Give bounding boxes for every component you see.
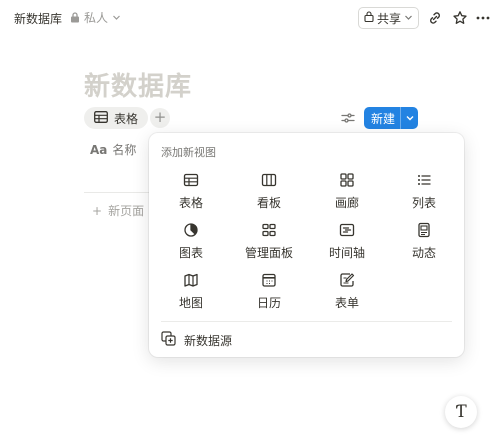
help-button[interactable]: Ƭ	[445, 396, 477, 428]
view-option-dashboard[interactable]: 管理面板	[230, 219, 308, 263]
column-header-name[interactable]: Aa 名称	[90, 141, 136, 158]
view-option-map[interactable]: 地图	[152, 269, 230, 313]
view-option-label: 列表	[411, 196, 436, 210]
share-label: 共享	[376, 11, 401, 26]
page-title[interactable]: 新数据库	[84, 66, 192, 103]
dashboard-icon	[261, 222, 277, 238]
privacy-label: 私人	[84, 11, 109, 25]
view-option-table[interactable]: 表格	[152, 169, 230, 213]
new-button-label: 新建	[371, 111, 396, 126]
menu-heading: 添加新视图	[161, 146, 216, 159]
board-icon	[261, 172, 277, 188]
chevron-down-icon	[404, 11, 413, 25]
view-option-feed[interactable]: 动态	[385, 219, 463, 263]
view-option-label: 地图	[178, 296, 203, 310]
topbar: 新数据库 私人 共享	[0, 0, 500, 36]
view-option-label: 看板	[256, 196, 281, 210]
text-type-icon: Aa	[90, 142, 108, 157]
tab-label: 表格	[113, 111, 138, 126]
view-option-label: 画廊	[334, 196, 359, 210]
view-option-calendar[interactable]: 日历	[230, 269, 308, 313]
privacy-selector[interactable]: 私人	[70, 9, 121, 26]
form-icon	[339, 272, 355, 288]
lock-icon	[70, 12, 80, 23]
view-option-chart[interactable]: 图表	[152, 219, 230, 263]
gallery-icon	[339, 172, 355, 188]
menu-divider	[161, 321, 452, 322]
add-view-menu: 添加新视图 表格 看板 画廊 列表 图表 管理面板 时间轴 动态 地图 日历 表…	[149, 133, 464, 357]
view-option-label: 表格	[178, 196, 203, 210]
view-option-gallery[interactable]: 画廊	[308, 169, 386, 213]
calendar-icon	[261, 272, 277, 288]
table-icon	[183, 172, 199, 188]
chevron-down-icon[interactable]	[401, 113, 418, 123]
link-icon[interactable]	[426, 9, 444, 27]
view-option-timeline[interactable]: 时间轴	[308, 219, 386, 263]
new-data-source-label: 新数据源	[184, 333, 233, 348]
lock-icon	[364, 11, 374, 25]
column-header-label: 名称	[112, 143, 137, 157]
view-option-label: 图表	[178, 246, 203, 260]
view-option-label: 管理面板	[244, 246, 293, 260]
list-icon	[416, 172, 432, 188]
breadcrumb-title[interactable]: 新数据库	[14, 10, 62, 27]
more-icon[interactable]	[474, 9, 492, 27]
chart-icon	[183, 222, 199, 238]
add-view-button[interactable]: +	[150, 108, 170, 128]
view-option-label: 日历	[256, 296, 281, 310]
table-icon	[94, 110, 108, 126]
new-button[interactable]: 新建	[364, 107, 418, 129]
view-option-list[interactable]: 列表	[385, 169, 463, 213]
star-icon[interactable]	[451, 9, 469, 27]
chevron-down-icon	[112, 13, 121, 22]
view-option-label: 表单	[334, 296, 359, 310]
tab-table-view[interactable]: 表格	[84, 107, 148, 129]
feed-icon	[416, 222, 432, 238]
new-page-label: 新页面	[108, 204, 145, 218]
view-option-label: 动态	[411, 246, 436, 260]
view-option-label: 时间轴	[328, 246, 365, 260]
view-option-form[interactable]: 表单	[308, 269, 386, 313]
new-page-row[interactable]: + 新页面	[92, 202, 144, 219]
new-data-source-option[interactable]: 新数据源	[161, 331, 232, 349]
map-icon	[183, 272, 199, 288]
timeline-icon	[339, 222, 355, 238]
view-option-board[interactable]: 看板	[230, 169, 308, 213]
share-button[interactable]: 共享	[358, 7, 419, 29]
settings-sliders-icon[interactable]	[340, 110, 356, 126]
add-database-icon	[161, 331, 176, 349]
plus-icon: +	[92, 203, 103, 218]
